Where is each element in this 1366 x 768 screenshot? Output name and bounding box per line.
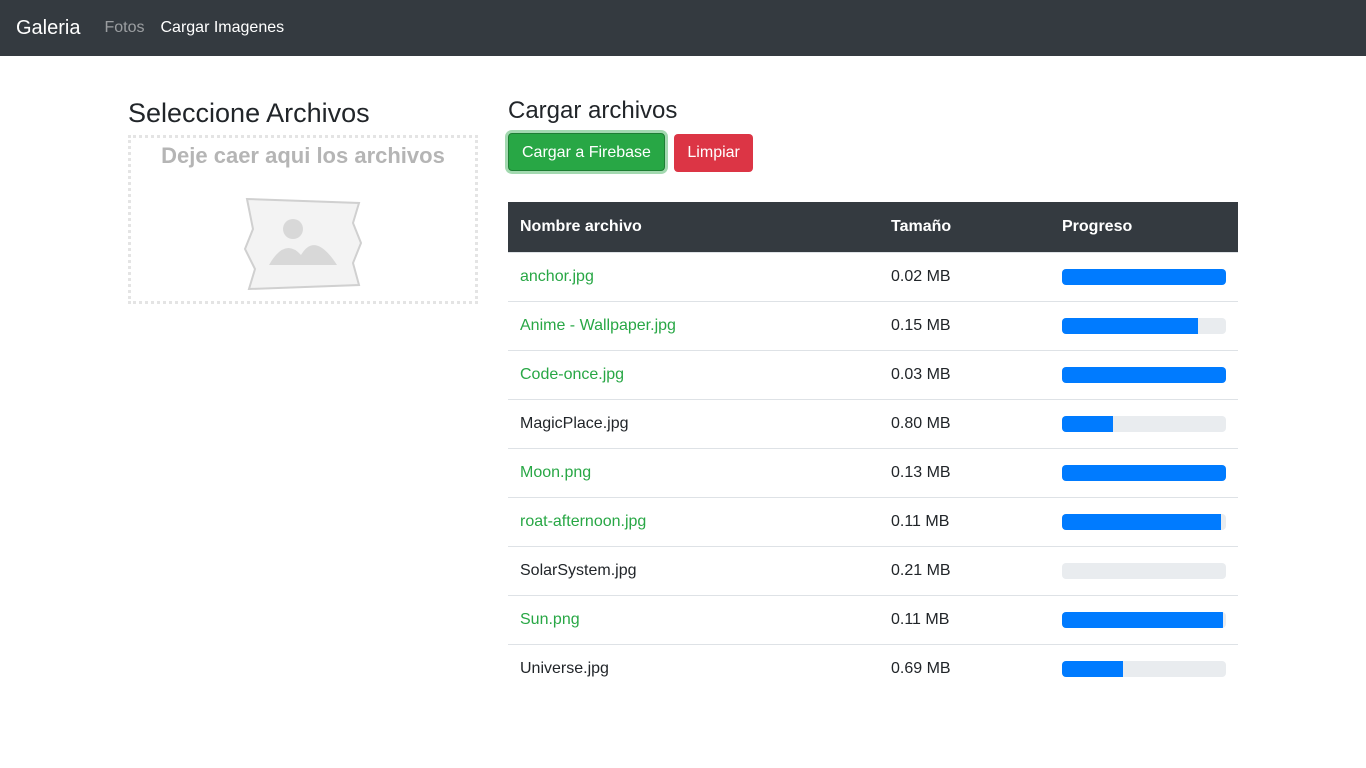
table-row: anchor.jpg 0.02 MB [508, 251, 1238, 301]
file-size: 0.03 MB [879, 349, 1050, 399]
table-row: Universe.jpg 0.69 MB [508, 643, 1238, 693]
progress-bar [1062, 464, 1226, 481]
file-progress-cell [1050, 398, 1238, 448]
progress-track [1062, 464, 1226, 481]
file-size: 0.11 MB [879, 496, 1050, 546]
file-name: SolarSystem.jpg [508, 545, 879, 595]
progress-track [1062, 611, 1226, 628]
table-row: Sun.png 0.11 MB [508, 594, 1238, 644]
file-name: Anime - Wallpaper.jpg [508, 300, 879, 350]
image-placeholder-icon [243, 197, 363, 291]
progress-track [1062, 513, 1226, 530]
table-row: Moon.png 0.13 MB [508, 447, 1238, 497]
file-progress-cell [1050, 300, 1238, 350]
progress-track [1062, 268, 1226, 285]
progress-bar [1062, 660, 1123, 677]
files-table: Nombre archivo Tamaño Progreso anchor.jp… [508, 202, 1238, 693]
file-select-section: Seleccione Archivos Deje caer aqui los a… [128, 98, 478, 304]
upload-firebase-button[interactable]: Cargar a Firebase [508, 133, 665, 171]
progress-bar [1062, 611, 1223, 628]
table-row: MagicPlace.jpg 0.80 MB [508, 398, 1238, 448]
progress-bar [1062, 415, 1113, 432]
file-size: 0.02 MB [879, 251, 1050, 301]
file-progress-cell [1050, 251, 1238, 301]
table-row: SolarSystem.jpg 0.21 MB [508, 545, 1238, 595]
file-size: 0.11 MB [879, 594, 1050, 644]
progress-bar [1062, 513, 1222, 530]
select-files-title: Seleccione Archivos [128, 98, 370, 128]
drop-zone-text: Deje caer aqui los archivos [161, 143, 445, 168]
table-row: Code-once.jpg 0.03 MB [508, 349, 1238, 399]
table-row: roat-afternoon.jpg 0.11 MB [508, 496, 1238, 546]
upload-section: Cargar archivos Cargar a Firebase Limpia… [508, 97, 1238, 693]
file-progress-cell [1050, 594, 1238, 644]
file-name: MagicPlace.jpg [508, 398, 879, 448]
header-name: Nombre archivo [508, 202, 879, 252]
progress-track [1062, 366, 1226, 383]
navbar: Galeria Fotos Cargar Imagenes [0, 0, 1366, 56]
file-size: 0.15 MB [879, 300, 1050, 350]
file-size: 0.13 MB [879, 447, 1050, 497]
file-name: roat-afternoon.jpg [508, 496, 879, 546]
header-progress: Progreso [1050, 202, 1238, 252]
file-name: Code-once.jpg [508, 349, 879, 399]
progress-track [1062, 415, 1226, 432]
nav-link-cargar-imagenes[interactable]: Cargar Imagenes [161, 19, 285, 37]
file-progress-cell [1050, 545, 1238, 595]
file-size: 0.69 MB [879, 643, 1050, 693]
file-name: Universe.jpg [508, 643, 879, 693]
progress-bar [1062, 366, 1226, 383]
progress-track [1062, 317, 1226, 334]
table-row: Anime - Wallpaper.jpg 0.15 MB [508, 300, 1238, 350]
progress-bar [1062, 317, 1199, 334]
drop-zone[interactable]: Deje caer aqui los archivos [128, 135, 478, 304]
file-progress-cell [1050, 349, 1238, 399]
progress-track [1062, 660, 1226, 677]
file-size: 0.21 MB [879, 545, 1050, 595]
file-name: anchor.jpg [508, 251, 879, 301]
file-size: 0.80 MB [879, 398, 1050, 448]
table-header-row: Nombre archivo Tamaño Progreso [508, 202, 1238, 252]
nav-link-fotos[interactable]: Fotos [104, 19, 144, 37]
file-progress-cell [1050, 496, 1238, 546]
file-progress-cell [1050, 447, 1238, 497]
file-progress-cell [1050, 643, 1238, 693]
clear-button[interactable]: Limpiar [674, 134, 753, 172]
progress-track [1062, 562, 1226, 579]
upload-title: Cargar archivos [508, 97, 678, 124]
file-name: Sun.png [508, 594, 879, 644]
progress-bar [1062, 268, 1226, 285]
file-name: Moon.png [508, 447, 879, 497]
header-size: Tamaño [879, 202, 1050, 252]
brand[interactable]: Galeria [16, 17, 80, 40]
action-buttons: Cargar a Firebase Limpiar [508, 133, 1238, 172]
